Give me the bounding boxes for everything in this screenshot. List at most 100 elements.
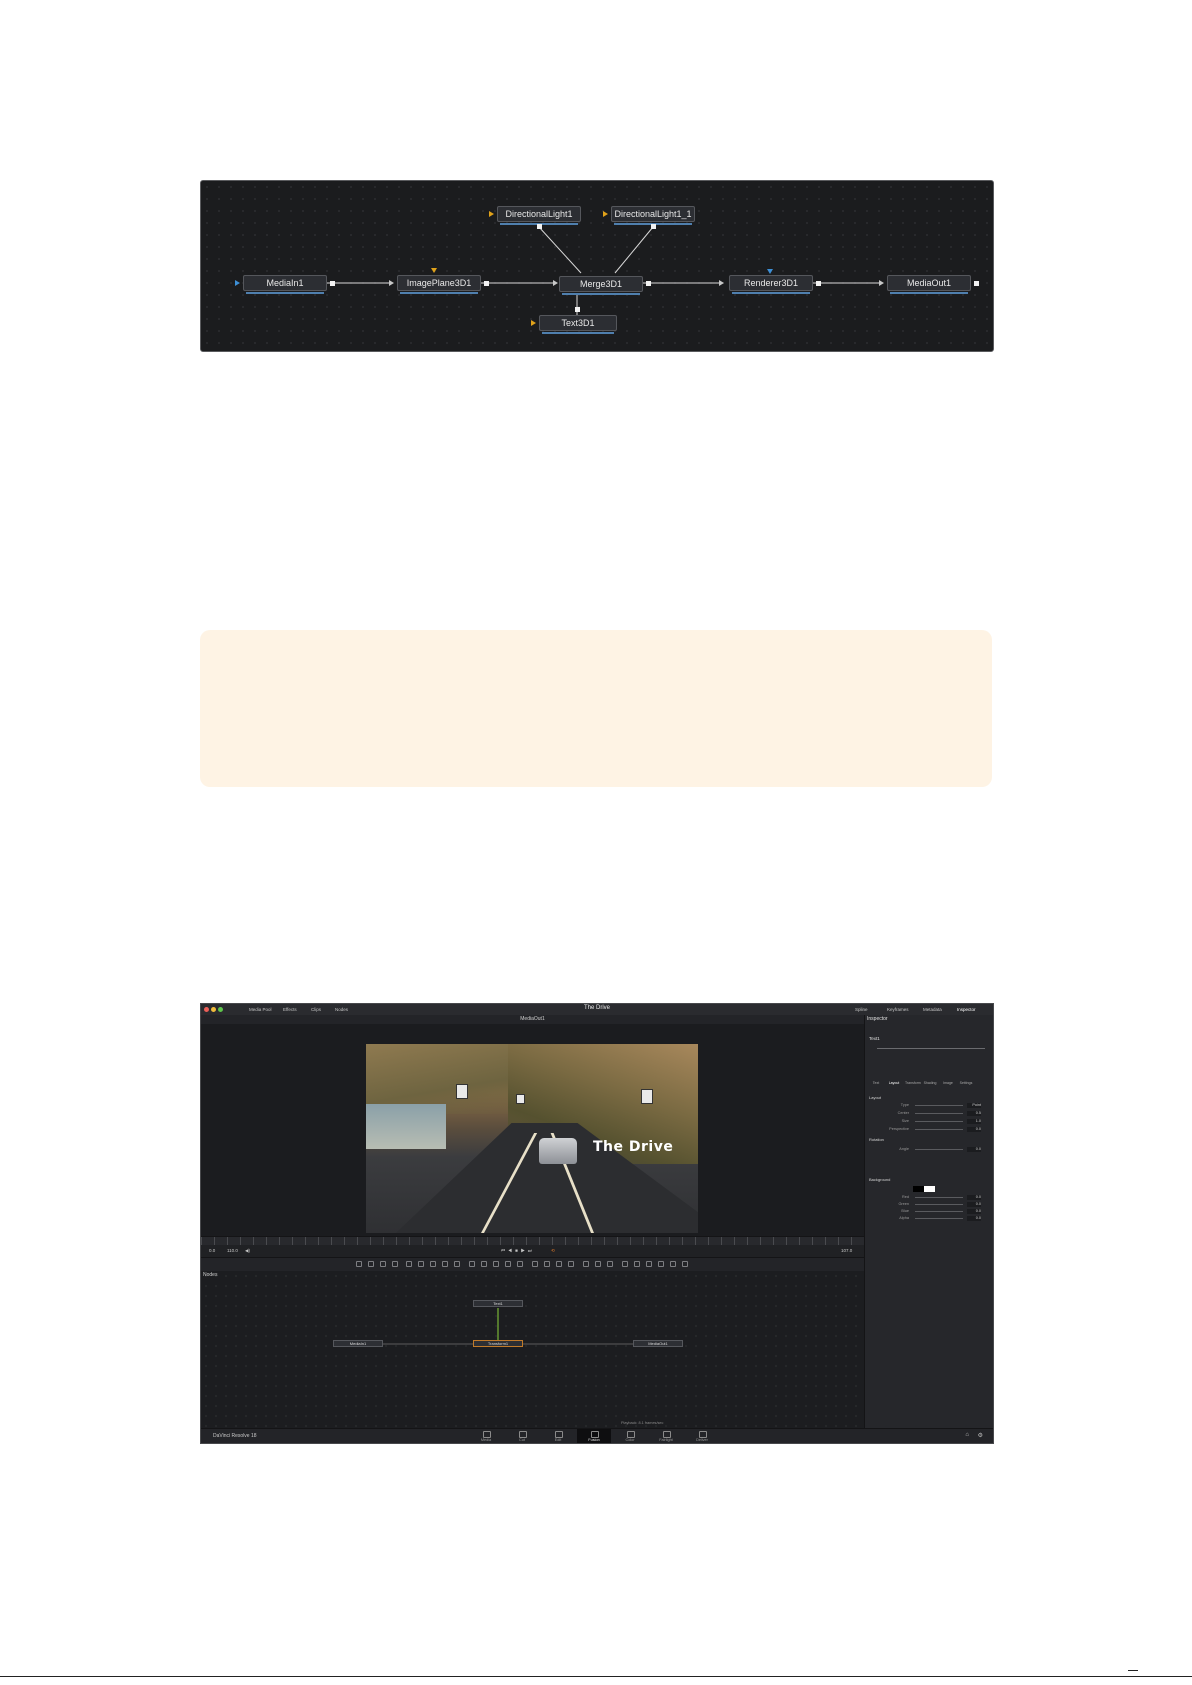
row-value[interactable]: 0.0 <box>967 1127 981 1132</box>
input-pin-icon[interactable] <box>603 211 608 217</box>
node-renderer-3d[interactable]: Renderer3D1 <box>729 275 813 294</box>
home-icon[interactable]: ⌂ <box>965 1432 969 1438</box>
tab-layout[interactable]: Layout <box>887 1081 901 1091</box>
output-port-icon[interactable] <box>537 224 542 229</box>
output-port-icon[interactable] <box>974 281 979 286</box>
row-slider[interactable] <box>915 1149 963 1150</box>
tool-icon[interactable] <box>368 1261 374 1267</box>
input-pin-icon[interactable] <box>431 268 437 273</box>
time-ruler[interactable] <box>201 1236 864 1245</box>
tool-icon[interactable] <box>481 1261 487 1267</box>
tool-icon[interactable] <box>595 1261 601 1267</box>
tool-icon[interactable] <box>493 1261 499 1267</box>
row-slider[interactable] <box>915 1121 963 1122</box>
row-value[interactable]: 0.0 <box>967 1202 981 1207</box>
node-directional-light-1[interactable]: DirectionalLight1 <box>497 206 581 225</box>
tool-icon[interactable] <box>646 1261 652 1267</box>
page-cut[interactable]: Cut <box>505 1429 539 1443</box>
tool-icon[interactable] <box>634 1261 640 1267</box>
tool-icon[interactable] <box>469 1261 475 1267</box>
tab-text[interactable]: Text <box>869 1081 883 1091</box>
current-time[interactable]: 107.0 <box>841 1248 852 1253</box>
start-time[interactable]: 0.0 <box>209 1248 215 1253</box>
section-background[interactable]: Background <box>869 1177 890 1182</box>
row-value[interactable]: Point <box>967 1103 981 1108</box>
tool-icon[interactable] <box>380 1261 386 1267</box>
page-color[interactable]: Color <box>613 1429 647 1443</box>
node-media-in[interactable]: MediaIn1 <box>243 275 327 294</box>
tool-icon[interactable] <box>430 1261 436 1267</box>
row-slider[interactable] <box>915 1204 963 1205</box>
input-pin-icon[interactable] <box>531 320 536 326</box>
output-port-icon[interactable] <box>816 281 821 286</box>
row-slider[interactable] <box>915 1218 963 1219</box>
page-edit[interactable]: Edit <box>541 1429 575 1443</box>
color-swatch[interactable] <box>913 1186 935 1192</box>
node-directional-light-1-1[interactable]: DirectionalLight1_1 <box>611 206 695 225</box>
output-port-icon[interactable] <box>646 281 651 286</box>
output-port-icon[interactable] <box>484 281 489 286</box>
tool-icon[interactable] <box>607 1261 613 1267</box>
tool-icon[interactable] <box>418 1261 424 1267</box>
tool-icon[interactable] <box>532 1261 538 1267</box>
viewer[interactable]: The Drive <box>201 1024 864 1256</box>
tool-icon[interactable] <box>622 1261 628 1267</box>
loop-icon[interactable]: ⟲ <box>551 1248 555 1254</box>
page-fusion[interactable]: Fusion <box>577 1429 611 1443</box>
row-value[interactable]: 0.0 <box>967 1209 981 1214</box>
tab-image[interactable]: Image <box>941 1081 955 1091</box>
tool-icon[interactable] <box>454 1261 460 1267</box>
metadata-button[interactable]: Metadata <box>923 1006 942 1013</box>
output-port-icon[interactable] <box>651 224 656 229</box>
node-media-out[interactable]: MediaOut1 <box>887 275 971 294</box>
row-slider[interactable] <box>915 1113 963 1114</box>
tool-icon[interactable] <box>544 1261 550 1267</box>
tab-transform[interactable]: Transform <box>905 1081 921 1091</box>
mini-node-transform[interactable]: Transform1 <box>473 1340 523 1347</box>
row-value[interactable]: 0.0 <box>967 1195 981 1200</box>
tool-icon[interactable] <box>568 1261 574 1267</box>
node-merge-3d[interactable]: Merge3D1 <box>559 276 643 295</box>
mini-node-text[interactable]: Text1 <box>473 1300 523 1307</box>
spline-button[interactable]: Spline <box>855 1006 868 1013</box>
tool-icon[interactable] <box>583 1261 589 1267</box>
tool-icon[interactable] <box>556 1261 562 1267</box>
blend-slider[interactable] <box>877 1048 985 1049</box>
mini-node-media-in[interactable]: MediaIn1 <box>333 1340 383 1347</box>
node-image-plane-3d[interactable]: ImagePlane3D1 <box>397 275 481 294</box>
playback-buttons[interactable]: ⏮◀■▶⏭ <box>501 1248 535 1253</box>
row-slider[interactable] <box>915 1129 963 1130</box>
section-layout[interactable]: Layout <box>869 1095 881 1100</box>
row-slider[interactable] <box>915 1211 963 1212</box>
tool-icon[interactable] <box>392 1261 398 1267</box>
mini-node-media-out[interactable]: MediaOut1 <box>633 1340 683 1347</box>
tool-icon[interactable] <box>517 1261 523 1267</box>
row-slider[interactable] <box>915 1105 963 1106</box>
page-deliver[interactable]: Deliver <box>685 1429 719 1443</box>
page-fairlight[interactable]: Fairlight <box>649 1429 683 1443</box>
nodes-panel[interactable]: Nodes Text1 MediaIn1 Transform1 MediaOut… <box>201 1271 864 1431</box>
tab-settings[interactable]: Settings <box>959 1081 973 1091</box>
row-slider[interactable] <box>915 1197 963 1198</box>
row-value[interactable]: 0.0 <box>967 1147 981 1152</box>
node-text-3d[interactable]: Text3D1 <box>539 315 617 334</box>
row-value[interactable]: 0.0 <box>967 1216 981 1221</box>
tool-icon[interactable] <box>682 1261 688 1267</box>
input-pin-icon[interactable] <box>489 211 494 217</box>
tab-shading[interactable]: Shading <box>923 1081 937 1091</box>
tool-icon[interactable] <box>356 1261 362 1267</box>
tool-icon[interactable] <box>442 1261 448 1267</box>
output-port-icon[interactable] <box>575 307 580 312</box>
row-value[interactable]: 1.0 <box>967 1119 981 1124</box>
tool-icon[interactable] <box>505 1261 511 1267</box>
output-port-icon[interactable] <box>330 281 335 286</box>
tool-icon[interactable] <box>658 1261 664 1267</box>
audio-icon[interactable]: ◀) <box>245 1248 250 1254</box>
row-value[interactable]: 0.5 <box>967 1111 981 1116</box>
page-media[interactable]: Media <box>469 1429 503 1443</box>
tool-icon[interactable] <box>670 1261 676 1267</box>
tool-icon[interactable] <box>406 1261 412 1267</box>
input-pin-icon[interactable] <box>767 269 773 274</box>
inspector-button[interactable]: Inspector <box>957 1006 976 1013</box>
keyframes-button[interactable]: Keyframes <box>887 1006 909 1013</box>
